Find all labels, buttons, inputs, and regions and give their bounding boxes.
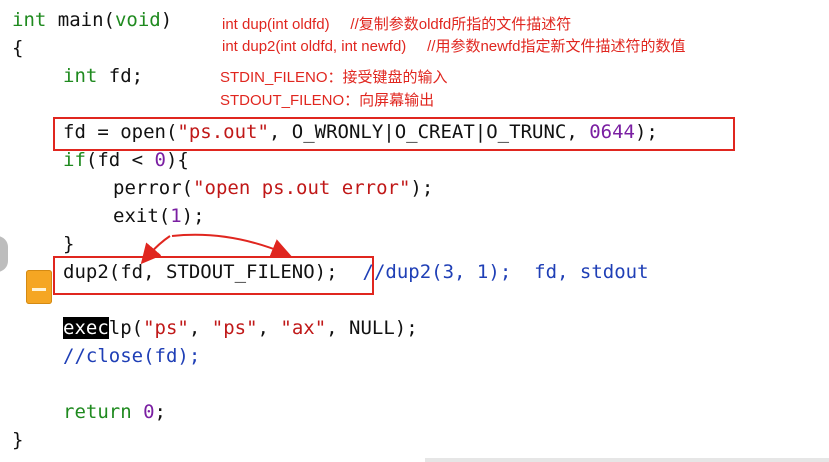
bookmark-icon[interactable] bbox=[26, 270, 52, 304]
arrow-annotation bbox=[140, 233, 292, 265]
arrow-line-right bbox=[171, 233, 292, 258]
arrow-line-left bbox=[140, 235, 171, 265]
scrollbar-bottom[interactable] bbox=[425, 458, 829, 462]
